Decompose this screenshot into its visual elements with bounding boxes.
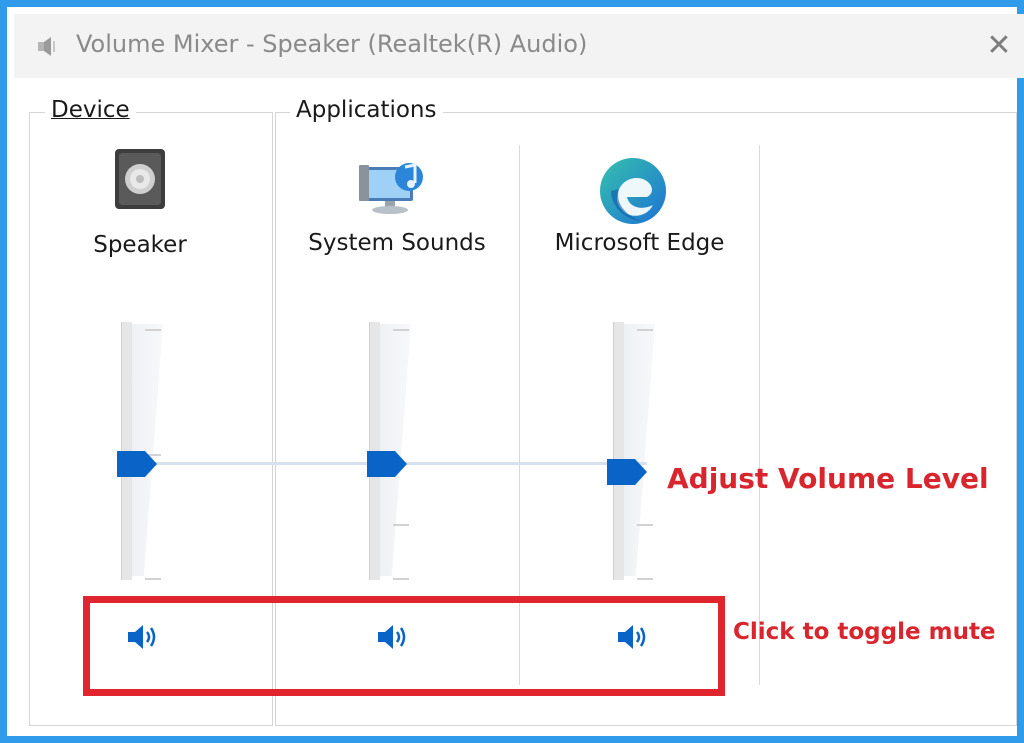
applications-group-label: Applications [290, 97, 443, 123]
slider-ramp [623, 324, 655, 576]
slider-tick [393, 578, 409, 580]
system-sounds-volume-thumb[interactable] [367, 451, 407, 477]
device-name: Speaker [93, 232, 187, 258]
slider-tick [637, 524, 653, 526]
window-title: Volume Mixer - Speaker (Realtek(R) Audio… [76, 30, 588, 58]
slider-tick [145, 578, 161, 580]
close-button[interactable]: ✕ [976, 22, 1022, 68]
volume-mixer-window: Volume Mixer - Speaker (Realtek(R) Audio… [0, 0, 1024, 743]
slider-ramp [379, 324, 411, 576]
close-icon: ✕ [986, 27, 1012, 63]
slider-track [613, 322, 624, 580]
system-sounds-icon [359, 163, 423, 214]
title-bar: Volume Mixer - Speaker (Realtek(R) Audio… [14, 14, 1024, 78]
annotation-mute-box [83, 596, 725, 696]
edge-icon [600, 158, 666, 224]
speaker-icon [38, 37, 55, 56]
slider-tick [637, 578, 653, 580]
edge-volume-slider[interactable] [607, 322, 667, 584]
slider-ramp [131, 324, 163, 576]
edge-volume-thumb[interactable] [607, 459, 647, 485]
slider-tick [637, 329, 653, 331]
slider-tick [393, 524, 409, 526]
device-volume-thumb[interactable] [117, 451, 157, 477]
app-name-microsoft-edge: Microsoft Edge [554, 230, 725, 256]
slider-tick [145, 329, 161, 331]
speaker-device-icon [115, 149, 165, 209]
annotation-toggle-mute: Click to toggle mute [733, 619, 996, 645]
column-separator [759, 145, 760, 685]
slider-tick [393, 329, 409, 331]
annotation-adjust-volume: Adjust Volume Level [667, 462, 989, 495]
app-name-system-sounds: System Sounds [308, 230, 486, 256]
device-group-label: Device [45, 97, 136, 123]
